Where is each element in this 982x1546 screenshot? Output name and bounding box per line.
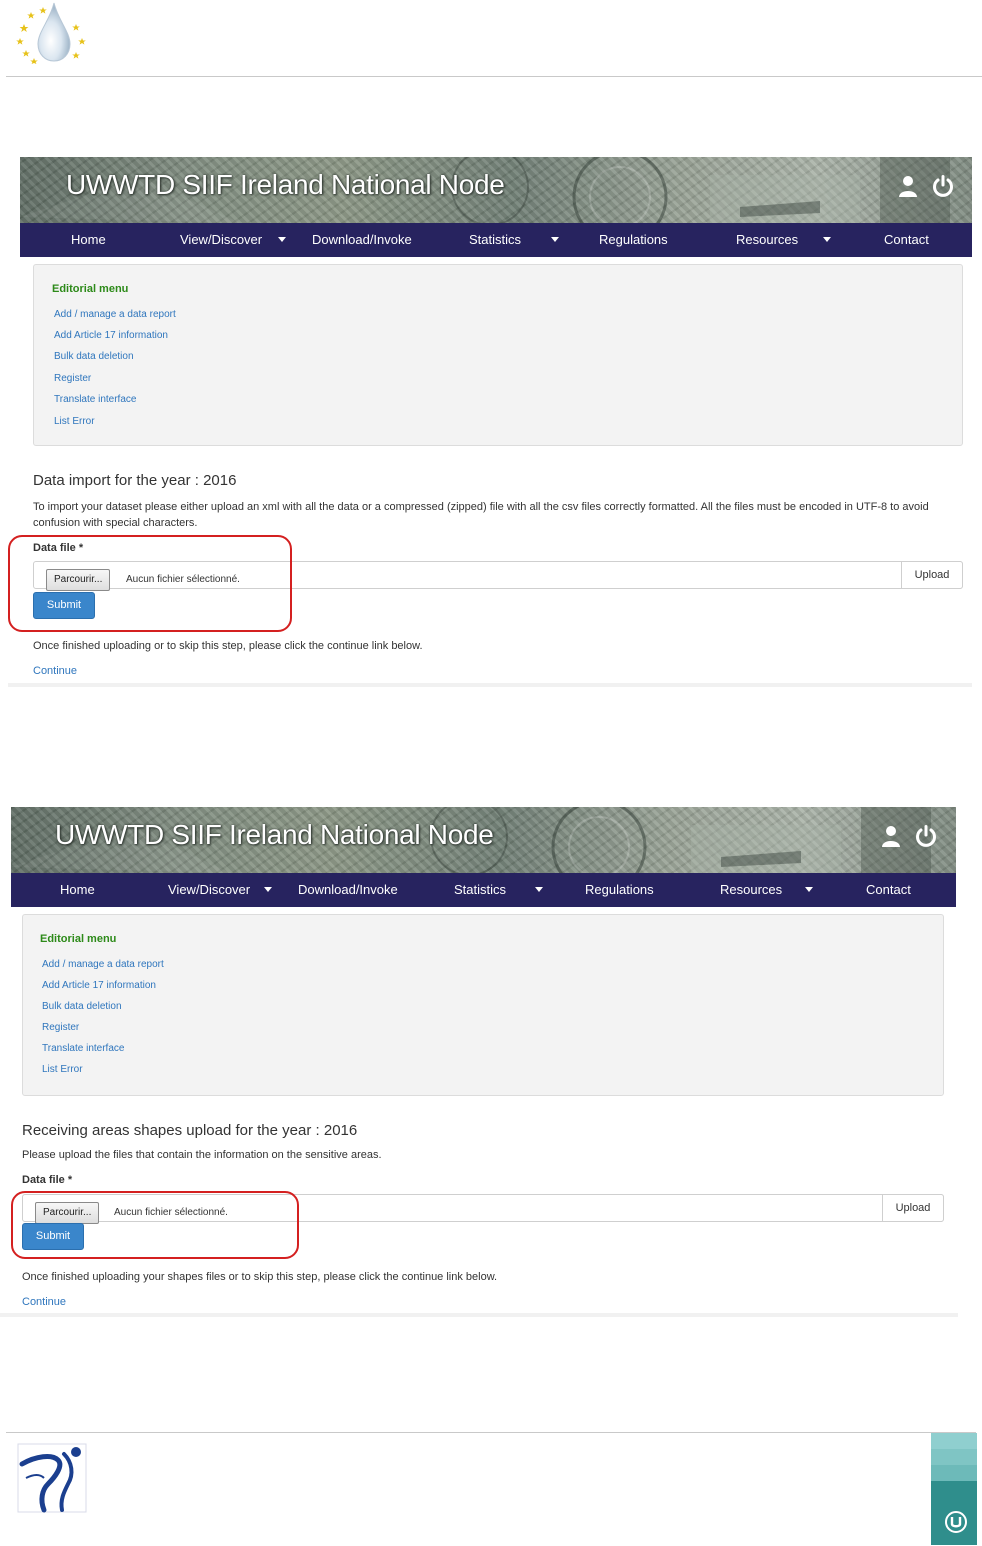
editorial-link-add-manage-report[interactable]: Add / manage a data report: [42, 959, 164, 970]
main-nav: Home View/Discover Download/Invoke Stati…: [11, 873, 956, 907]
nav-view-discover-label: View/Discover: [180, 232, 263, 247]
nav-home[interactable]: Home: [71, 223, 106, 257]
screenshot-edge: [8, 683, 972, 687]
power-icon[interactable]: [915, 825, 937, 847]
editorial-menu-title: Editorial menu: [52, 283, 129, 295]
screenshot-data-import: UWWTD SIIF Ireland National Node Home Vi…: [8, 157, 972, 687]
nav-download-invoke[interactable]: Download/Invoke: [298, 873, 398, 907]
screenshot-shapes-upload: UWWTD SIIF Ireland National Node Home Vi…: [0, 807, 958, 1317]
site-banner: UWWTD SIIF Ireland National Node: [20, 157, 972, 223]
u-badge-logo: [931, 1433, 977, 1545]
chevron-down-icon[interactable]: [535, 887, 543, 892]
nav-statistics[interactable]: Statistics: [454, 873, 506, 907]
chevron-down-icon[interactable]: [278, 237, 286, 242]
highlight-box: [11, 1191, 299, 1259]
continue-instructions: Once finished uploading your shapes file…: [22, 1271, 498, 1283]
nav-home[interactable]: Home: [60, 873, 95, 907]
editorial-link-bulk-deletion[interactable]: Bulk data deletion: [54, 351, 134, 362]
chevron-down-icon[interactable]: [551, 237, 559, 242]
chevron-down-icon[interactable]: [823, 237, 831, 242]
editorial-link-register[interactable]: Register: [42, 1022, 79, 1033]
site-title: UWWTD SIIF Ireland National Node: [66, 169, 505, 200]
upload-button[interactable]: Upload: [882, 1194, 944, 1222]
highlight-box: [8, 535, 292, 632]
main-nav: Home View/Discover Download/Invoke Stati…: [20, 223, 972, 257]
nav-view-discover[interactable]: View/Discover: [168, 873, 250, 907]
user-icon[interactable]: [898, 175, 918, 197]
nav-statistics[interactable]: Statistics: [469, 223, 521, 257]
screenshot-edge: [0, 1313, 958, 1317]
editorial-link-translate[interactable]: Translate interface: [54, 394, 136, 405]
nav-resources[interactable]: Resources: [720, 873, 782, 907]
footer-divider: [6, 1432, 976, 1433]
editorial-link-add-manage-report[interactable]: Add / manage a data report: [54, 309, 176, 320]
nav-contact[interactable]: Contact: [866, 873, 911, 907]
header-divider: [6, 76, 982, 77]
continue-instructions: Once finished uploading or to skip this …: [33, 640, 423, 652]
nav-regulations[interactable]: Regulations: [585, 873, 654, 907]
page-title: Receiving areas shapes upload for the ye…: [22, 1122, 358, 1139]
import-instructions: To import your dataset please either upl…: [33, 501, 929, 529]
upload-button[interactable]: Upload: [901, 561, 963, 589]
chevron-down-icon[interactable]: [805, 887, 813, 892]
nav-regulations[interactable]: Regulations: [599, 223, 668, 257]
nav-download-invoke[interactable]: Download/Invoke: [312, 223, 412, 257]
continue-link[interactable]: Continue: [33, 665, 77, 677]
power-icon[interactable]: [932, 175, 954, 197]
editorial-menu: Editorial menu Add / manage a data repor…: [22, 914, 944, 1096]
site-title: UWWTD SIIF Ireland National Node: [55, 819, 494, 850]
editorial-link-article-17[interactable]: Add Article 17 information: [42, 980, 156, 991]
nav-contact[interactable]: Contact: [884, 223, 929, 257]
chevron-down-icon[interactable]: [264, 887, 272, 892]
editorial-link-article-17[interactable]: Add Article 17 information: [54, 330, 168, 341]
editorial-menu-title: Editorial menu: [40, 933, 117, 945]
editorial-link-list-error[interactable]: List Error: [54, 416, 95, 427]
upload-instructions: Please upload the files that contain the…: [22, 1149, 382, 1161]
nav-resources[interactable]: Resources: [736, 223, 798, 257]
eu-water-drop-logo: [14, 2, 90, 64]
site-banner: UWWTD SIIF Ireland National Node: [11, 807, 956, 873]
data-file-label: Data file *: [22, 1174, 73, 1186]
editorial-menu: Editorial menu Add / manage a data repor…: [33, 264, 963, 446]
page-title: Data import for the year : 2016: [33, 472, 237, 489]
editorial-link-register[interactable]: Register: [54, 373, 91, 384]
editorial-link-list-error[interactable]: List Error: [42, 1064, 83, 1075]
continue-link[interactable]: Continue: [22, 1296, 66, 1308]
nav-view-discover[interactable]: View/Discover: [180, 223, 262, 257]
nav-view-discover-label: View/Discover: [168, 882, 251, 897]
editorial-link-translate[interactable]: Translate interface: [42, 1043, 124, 1054]
user-icon[interactable]: [881, 825, 901, 847]
editorial-link-bulk-deletion[interactable]: Bulk data deletion: [42, 1001, 122, 1012]
swimmer-logo: [14, 1438, 90, 1518]
